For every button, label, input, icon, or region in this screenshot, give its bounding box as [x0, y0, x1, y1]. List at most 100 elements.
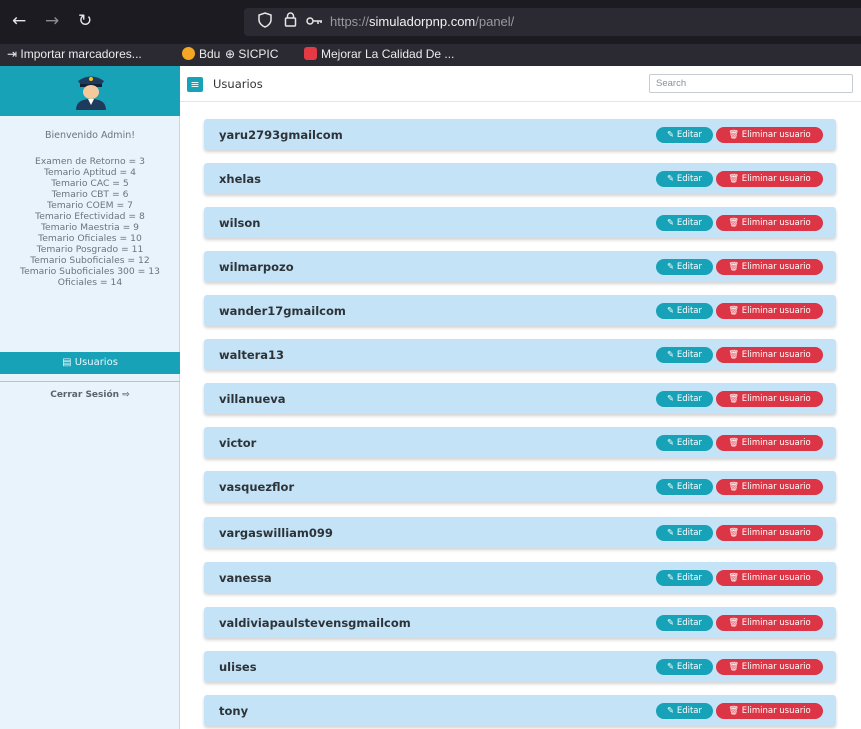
sidebar-item-usuarios[interactable]: ▤ Usuarios	[0, 352, 180, 374]
stat-item: Temario Suboficiales = 12	[30, 255, 150, 266]
trash-icon: 🗑	[728, 438, 742, 448]
delete-user-button[interactable]: 🗑 Eliminar usuario	[716, 259, 823, 275]
edit-button[interactable]: ✎ Editar	[656, 479, 713, 495]
bookmark-mejorar[interactable]: Mejorar La Calidad De ...	[304, 47, 454, 61]
trash-icon: 🗑	[728, 218, 742, 228]
globe-icon: ⊕	[225, 47, 239, 61]
trash-icon: 🗑	[728, 618, 742, 628]
delete-user-button[interactable]: 🗑 Eliminar usuario	[716, 479, 823, 495]
shield-icon[interactable]	[258, 12, 272, 32]
edit-button[interactable]: ✎ Editar	[656, 303, 713, 319]
username: vanessa	[219, 571, 272, 585]
delete-user-button[interactable]: 🗑 Eliminar usuario	[716, 347, 823, 363]
user-row: victor ✎ Editar 🗑 Eliminar usuario	[204, 427, 836, 458]
edit-button[interactable]: ✎ Editar	[656, 615, 713, 631]
user-row: vasquezflor ✎ Editar 🗑 Eliminar usuario	[204, 471, 836, 502]
edit-button[interactable]: ✎ Editar	[656, 703, 713, 719]
forward-icon[interactable]: →	[45, 10, 59, 32]
trash-icon: 🗑	[728, 130, 742, 140]
logout-link[interactable]: Cerrar Sesión ⇨	[0, 390, 180, 400]
edit-button[interactable]: ✎ Editar	[656, 525, 713, 541]
edit-button[interactable]: ✎ Editar	[656, 215, 713, 231]
delete-user-button[interactable]: 🗑 Eliminar usuario	[716, 127, 823, 143]
logout-icon: ⇨	[122, 390, 130, 400]
bookmark-sicpic[interactable]: ⊕ SICPIC	[225, 47, 278, 61]
stat-item: Temario COEM = 7	[47, 200, 133, 211]
edit-button[interactable]: ✎ Editar	[656, 171, 713, 187]
delete-user-button[interactable]: 🗑 Eliminar usuario	[716, 435, 823, 451]
url-text[interactable]: https://simuladorpnp.com/panel/	[330, 14, 514, 29]
delete-user-button[interactable]: 🗑 Eliminar usuario	[716, 171, 823, 187]
trash-icon: 🗑	[728, 706, 742, 716]
bookmark-import[interactable]: ⇥ Importar marcadores...	[7, 47, 142, 61]
user-row: vanessa ✎ Editar 🗑 Eliminar usuario	[204, 562, 836, 593]
edit-icon: ✎	[667, 482, 677, 492]
stat-item: Temario Efectividad = 8	[35, 211, 145, 222]
stat-item: Temario Oficiales = 10	[38, 233, 142, 244]
username: yaru2793gmailcom	[219, 128, 343, 142]
edit-button[interactable]: ✎ Editar	[656, 347, 713, 363]
trash-icon: 🗑	[728, 350, 742, 360]
edit-button[interactable]: ✎ Editar	[656, 435, 713, 451]
username: xhelas	[219, 172, 261, 186]
trash-icon: 🗑	[728, 573, 742, 583]
edit-icon: ✎	[667, 573, 677, 583]
edit-icon: ✎	[667, 528, 677, 538]
user-row: vargaswilliam099 ✎ Editar 🗑 Eliminar usu…	[204, 517, 836, 548]
stat-item: Temario CAC = 5	[51, 178, 129, 189]
edit-button[interactable]: ✎ Editar	[656, 570, 713, 586]
username: wilson	[219, 216, 261, 230]
edit-icon: ✎	[667, 706, 677, 716]
key-icon[interactable]	[306, 13, 323, 31]
delete-user-button[interactable]: 🗑 Eliminar usuario	[716, 303, 823, 319]
edit-button[interactable]: ✎ Editar	[656, 659, 713, 675]
edit-icon: ✎	[667, 174, 677, 184]
delete-user-button[interactable]: 🗑 Eliminar usuario	[716, 703, 823, 719]
edit-icon: ✎	[667, 438, 677, 448]
user-row: waltera13 ✎ Editar 🗑 Eliminar usuario	[204, 339, 836, 370]
delete-user-button[interactable]: 🗑 Eliminar usuario	[716, 570, 823, 586]
delete-user-button[interactable]: 🗑 Eliminar usuario	[716, 615, 823, 631]
sidebar-header	[0, 66, 180, 116]
username: wilmarpozo	[219, 260, 294, 274]
user-row: villanueva ✎ Editar 🗑 Eliminar usuario	[204, 383, 836, 414]
user-list: yaru2793gmailcom ✎ Editar 🗑 Eliminar usu…	[180, 102, 861, 729]
username: ulises	[219, 660, 257, 674]
delete-user-button[interactable]: 🗑 Eliminar usuario	[716, 391, 823, 407]
trash-icon: 🗑	[728, 394, 742, 404]
hamburger-icon: ≡	[190, 78, 200, 91]
user-row: wilson ✎ Editar 🗑 Eliminar usuario	[204, 207, 836, 238]
user-row: valdiviapaulstevensgmailcom ✎ Editar 🗑 E…	[204, 607, 836, 638]
trash-icon: 🗑	[728, 482, 742, 492]
username: vasquezflor	[219, 480, 295, 494]
edit-button[interactable]: ✎ Editar	[656, 259, 713, 275]
search-input[interactable]	[649, 74, 853, 93]
edit-icon: ✎	[667, 350, 677, 360]
stats-list: Examen de Retorno = 3 Temario Aptitud = …	[2, 156, 178, 288]
trash-icon: 🗑	[728, 528, 742, 538]
edit-icon: ✎	[667, 618, 677, 628]
lock-icon[interactable]	[284, 12, 297, 31]
delete-user-button[interactable]: 🗑 Eliminar usuario	[716, 215, 823, 231]
stat-item: Temario Suboficiales 300 = 13	[20, 266, 160, 277]
user-row: wilmarpozo ✎ Editar 🗑 Eliminar usuario	[204, 251, 836, 282]
username: victor	[219, 436, 257, 450]
user-row: wander17gmailcom ✎ Editar 🗑 Eliminar usu…	[204, 295, 836, 326]
stat-item: Temario Maestria = 9	[40, 222, 140, 233]
delete-user-button[interactable]: 🗑 Eliminar usuario	[716, 525, 823, 541]
edit-icon: ✎	[667, 262, 677, 272]
edit-icon: ✎	[667, 662, 677, 672]
trash-icon: 🗑	[728, 174, 742, 184]
username: vargaswilliam099	[219, 526, 333, 540]
edit-button[interactable]: ✎ Editar	[656, 127, 713, 143]
bookmark-bdu[interactable]: Bdu	[182, 47, 220, 61]
back-icon[interactable]: ←	[12, 10, 26, 32]
delete-user-button[interactable]: 🗑 Eliminar usuario	[716, 659, 823, 675]
user-row: xhelas ✎ Editar 🗑 Eliminar usuario	[204, 163, 836, 194]
menu-toggle-button[interactable]: ≡	[187, 77, 203, 92]
edit-button[interactable]: ✎ Editar	[656, 391, 713, 407]
user-row: tony ✎ Editar 🗑 Eliminar usuario	[204, 695, 836, 726]
reload-icon[interactable]: ↻	[78, 10, 92, 32]
username: villanueva	[219, 392, 286, 406]
address-bar[interactable]: https://simuladorpnp.com/panel/	[244, 8, 861, 36]
